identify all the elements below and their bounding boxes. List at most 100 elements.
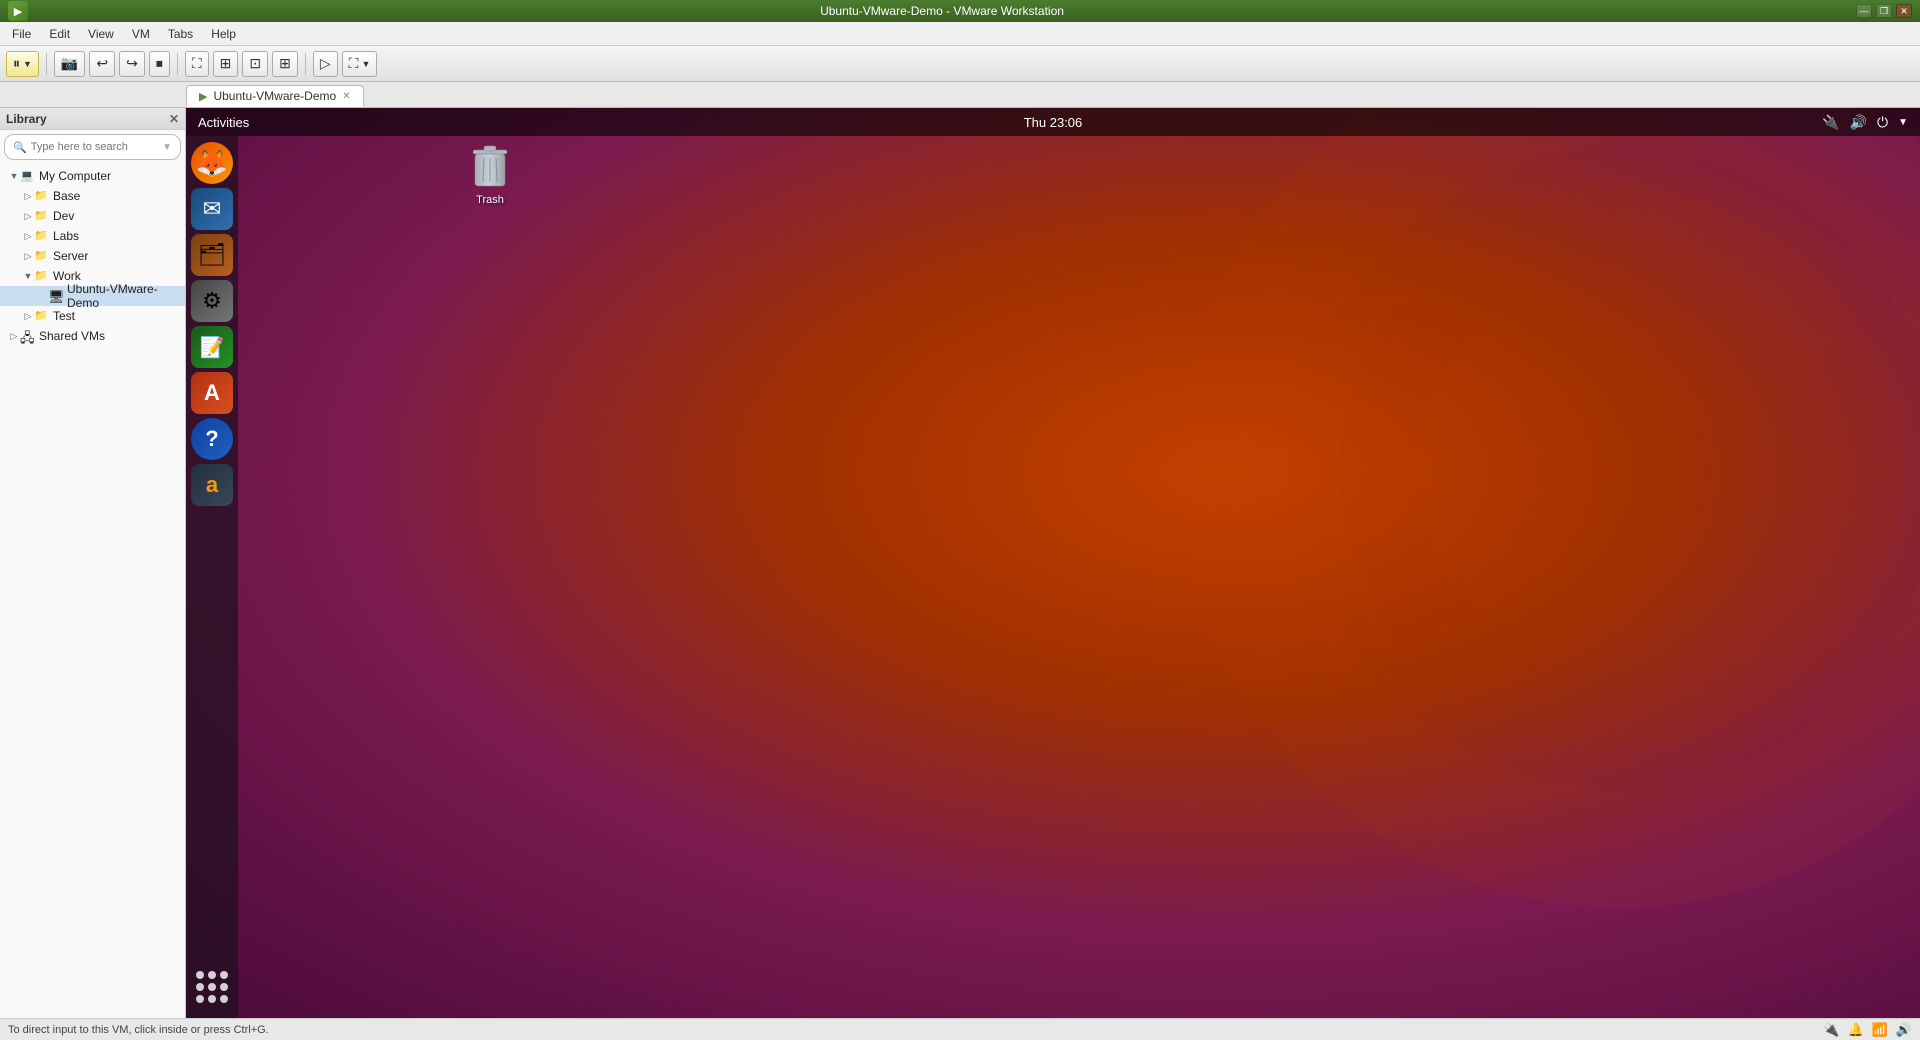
menubar: File Edit View VM Tabs Help: [0, 22, 1920, 46]
menu-help[interactable]: Help: [203, 25, 244, 43]
mail-icon: ✉: [203, 196, 221, 222]
titlebar: ▶ Ubuntu-VMware-Demo - VMware Workstatio…: [0, 0, 1920, 22]
ctrl-alt-del-icon: ▷: [320, 55, 331, 72]
dock-icon-settings[interactable]: ⚙: [191, 280, 233, 322]
wireless-icon-bar: 📶: [1872, 1022, 1888, 1038]
firefox-icon: 🦊: [196, 148, 228, 179]
menu-tabs[interactable]: Tabs: [160, 25, 201, 43]
tree-item-dev[interactable]: ▷ 📁 Dev: [0, 206, 185, 226]
menu-edit[interactable]: Edit: [41, 25, 78, 43]
software-center-icon: A: [204, 380, 220, 406]
work-label: Work: [53, 269, 81, 283]
computer-icon: 💻: [20, 169, 36, 183]
dock-icon-help[interactable]: ?: [191, 418, 233, 460]
network-status-icon-bar: 🔌: [1823, 1022, 1839, 1038]
shared-vms-icon: 🖧: [20, 329, 36, 343]
toolbar-view[interactable]: ⊡: [242, 51, 268, 77]
tree-item-server[interactable]: ▷ 📁 Server: [0, 246, 185, 266]
tree-item-my-computer[interactable]: ▼ 💻 My Computer: [0, 166, 185, 186]
tabbar: ▶ Ubuntu-VMware-Demo ✕: [0, 82, 1920, 108]
tab-vm-icon: ▶: [199, 90, 207, 103]
library-title: Library: [6, 112, 47, 126]
toolbar-snapmanager[interactable]: ⏹: [149, 51, 170, 77]
tab-ubuntu[interactable]: ▶ Ubuntu-VMware-Demo ✕: [186, 85, 364, 107]
settings-gear-icon: ⚙: [202, 288, 222, 314]
dock-icon-libreoffice[interactable]: 📝: [191, 326, 233, 368]
tree-item-shared-vms[interactable]: ▷ 🖧 Shared VMs: [0, 326, 185, 346]
expand-work-icon: ▼: [22, 270, 34, 282]
system-menu-arrow[interactable]: ▼: [1898, 117, 1908, 128]
trash-label: Trash: [476, 194, 504, 206]
vm-display-area[interactable]: Activities Thu 23:06 🔌 🔊 ⏻ ▼ 🦊 ✉: [186, 108, 1920, 1018]
minimize-button[interactable]: —: [1856, 4, 1872, 18]
labs-label: Labs: [53, 229, 79, 243]
toolbar-forward[interactable]: ↪: [119, 51, 145, 77]
tree-item-labs[interactable]: ▷ 📁 Labs: [0, 226, 185, 246]
toolbar-send-ctrlaltdel[interactable]: ▷: [313, 51, 338, 77]
dock-show-apps-button[interactable]: [191, 966, 233, 1008]
settings-dropdown-icon: ▼: [361, 59, 370, 69]
library-header: Library ✕: [0, 108, 185, 130]
toolbar-suspend[interactable]: ⏸ ▼: [6, 51, 39, 77]
toolbar-settings[interactable]: ⛶ ▼: [342, 51, 378, 77]
tab-close-button[interactable]: ✕: [342, 91, 350, 102]
dock-icon-mail[interactable]: ✉: [191, 188, 233, 230]
dock-icon-software[interactable]: A: [191, 372, 233, 414]
shared-vms-label: Shared VMs: [39, 329, 105, 343]
dock-icon-files[interactable]: 🗂: [191, 234, 233, 276]
tree-item-ubuntu-vm[interactable]: 🖥 Ubuntu-VMware-Demo: [0, 286, 185, 306]
ubuntu-topbar: Activities Thu 23:06 🔌 🔊 ⏻ ▼: [186, 108, 1920, 136]
trash-svg: [471, 144, 509, 190]
server-label: Server: [53, 249, 88, 263]
trash-icon-image: [468, 142, 512, 192]
library-search-box[interactable]: 🔍 ▼: [4, 134, 181, 160]
revert-icon: ↩: [96, 55, 108, 72]
activities-label[interactable]: Activities: [198, 115, 249, 130]
titlebar-icon: ▶: [8, 1, 28, 21]
toolbar-revert[interactable]: ↩: [89, 51, 115, 77]
ubuntu-desktop[interactable]: Activities Thu 23:06 🔌 🔊 ⏻ ▼ 🦊 ✉: [186, 108, 1920, 1018]
notification-icon-bar: 🔔: [1847, 1022, 1863, 1038]
main-area: Library ✕ 🔍 ▼ ▼ 💻 My Computer ▷ 📁 Base ▷: [0, 108, 1920, 1018]
vm-icon: 🖥: [48, 289, 64, 303]
toolbar-unity[interactable]: ⊞: [213, 51, 239, 77]
ubuntu-vm-label: Ubuntu-VMware-Demo: [67, 282, 181, 310]
menu-vm[interactable]: VM: [124, 25, 158, 43]
tab-label: Ubuntu-VMware-Demo: [213, 89, 336, 103]
menu-file[interactable]: File: [4, 25, 39, 43]
ubuntu-dock: 🦊 ✉ 🗂 ⚙ 📝 A: [186, 136, 238, 1018]
search-input[interactable]: [31, 141, 158, 153]
menu-view[interactable]: View: [80, 25, 122, 43]
expand-server-icon: ▷: [22, 250, 34, 262]
library-close-button[interactable]: ✕: [169, 112, 179, 126]
volume-icon-bar: 🔊: [1896, 1022, 1912, 1038]
libreoffice-icon: 📝: [200, 335, 225, 360]
desktop-icon-trash[interactable]: Trash: [454, 138, 526, 210]
dev-label: Dev: [53, 209, 74, 223]
toolbar-fullscreen[interactable]: ⛶: [185, 51, 209, 77]
ubuntu-topbar-left: Activities: [198, 115, 249, 130]
restore-button[interactable]: ❐: [1876, 4, 1892, 18]
expand-shared-icon: ▷: [8, 330, 20, 342]
ubuntu-clock[interactable]: Thu 23:06: [1024, 115, 1083, 130]
volume-icon[interactable]: 🔊: [1850, 114, 1867, 131]
forward-icon: ↪: [126, 55, 138, 72]
toolbar-view2[interactable]: ⊞: [272, 51, 298, 77]
dock-icon-amazon[interactable]: a: [191, 464, 233, 506]
base-label: Base: [53, 189, 80, 203]
tree-item-base[interactable]: ▷ 📁 Base: [0, 186, 185, 206]
files-icon: 🗂: [198, 242, 226, 268]
settings-icon: ⛶: [349, 55, 359, 72]
search-clear-icon: ▼: [162, 142, 172, 153]
fullscreen-icon: ⛶: [192, 55, 202, 72]
toolbar-snapshot[interactable]: 📷: [54, 51, 85, 77]
close-button[interactable]: ✕: [1896, 4, 1912, 18]
statusbar-right: 🔌 🔔 📶 🔊: [1823, 1022, 1912, 1038]
view2-icon: ⊞: [279, 55, 291, 72]
power-icon[interactable]: ⏻: [1877, 114, 1888, 131]
snapshot-icon: 📷: [61, 55, 78, 72]
toolbar-separator-1: [46, 53, 47, 75]
toolbar-separator-3: [305, 53, 306, 75]
dock-icon-firefox[interactable]: 🦊: [191, 142, 233, 184]
toolbar-separator-2: [177, 53, 178, 75]
